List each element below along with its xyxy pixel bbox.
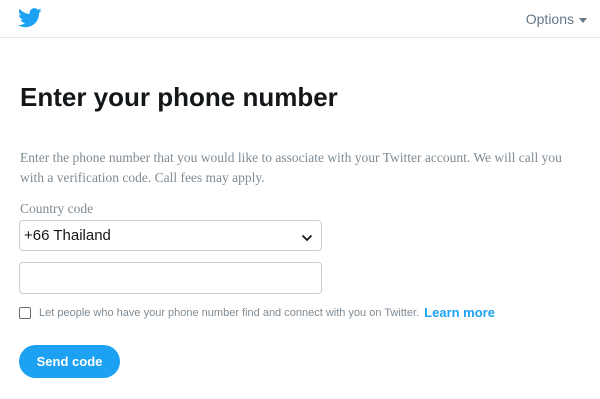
send-code-button[interactable]: Send code xyxy=(19,345,120,378)
phone-number-input[interactable] xyxy=(19,262,322,294)
discoverable-option: Let people who have your phone number fi… xyxy=(19,305,495,320)
options-menu[interactable]: Options xyxy=(526,11,587,27)
country-code-select[interactable]: +66 Thailand xyxy=(19,220,322,251)
twitter-bird-icon[interactable] xyxy=(18,8,42,28)
caret-down-icon xyxy=(579,17,587,23)
country-code-value: +66 Thailand xyxy=(24,227,111,244)
country-code-label: Country code xyxy=(20,201,94,216)
chevron-down-icon xyxy=(301,230,313,242)
discoverable-label[interactable]: Let people who have your phone number fi… xyxy=(39,307,419,319)
discoverable-checkbox[interactable] xyxy=(19,306,31,319)
page-description: Enter the phone number that you would li… xyxy=(20,150,562,185)
options-label[interactable]: Options xyxy=(526,11,574,27)
page-title: Enter your phone number xyxy=(20,82,338,112)
learn-more-link[interactable]: Learn more xyxy=(424,305,495,320)
top-bar: Options xyxy=(0,0,600,38)
